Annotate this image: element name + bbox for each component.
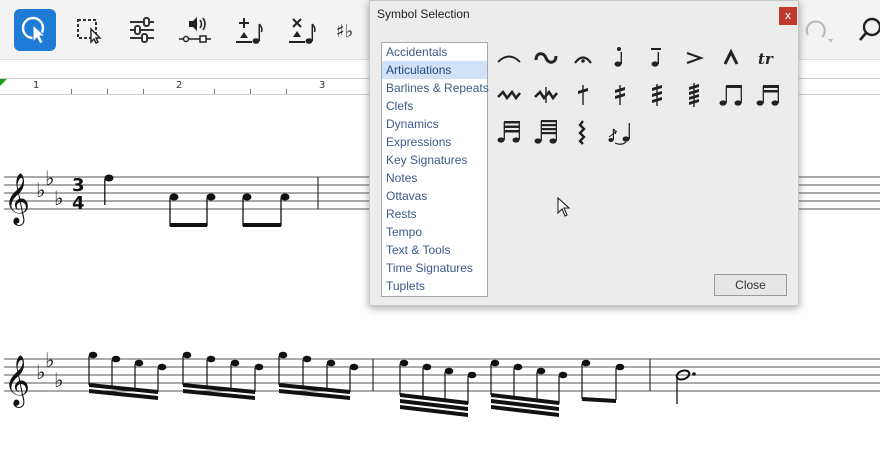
search-icon	[859, 17, 880, 41]
category-item-articulations[interactable]: Articulations	[382, 61, 487, 79]
category-item-rests[interactable]: Rests	[382, 205, 487, 223]
speaker-icon	[179, 17, 211, 43]
category-item-tuplets[interactable]: Tuplets	[382, 277, 487, 295]
search-tool[interactable]	[852, 9, 880, 51]
delete-note-icon	[289, 18, 316, 44]
slur-icon[interactable]	[492, 41, 526, 75]
ruler-label-3: 3	[319, 80, 326, 91]
ruler-tick	[286, 89, 287, 94]
category-item-expressions[interactable]: Expressions	[382, 133, 487, 151]
accent-icon[interactable]	[677, 41, 711, 75]
fermata-icon[interactable]	[566, 41, 600, 75]
svg-text:♭: ♭	[54, 368, 63, 392]
marcato-icon[interactable]	[714, 41, 748, 75]
trill-icon[interactable]: tr	[751, 41, 785, 75]
category-item-ottavas[interactable]: Ottavas	[382, 187, 487, 205]
mixer-tool[interactable]	[121, 9, 163, 51]
svg-text:♯♭: ♯♭	[336, 21, 353, 42]
tremolo-3-icon[interactable]	[640, 78, 674, 112]
accidentals-icon: ♯♭	[336, 21, 353, 42]
dialog-close-x-button[interactable]: x	[779, 7, 797, 25]
category-item-text-tools[interactable]: Text & Tools	[382, 241, 487, 259]
playback-tool[interactable]	[174, 9, 216, 51]
beamed-eighths-icon[interactable]	[714, 78, 748, 112]
marquee-select-icon	[77, 19, 102, 44]
accidentals-tool[interactable]: ♯♭	[334, 9, 368, 51]
tremolo-4-icon[interactable]	[677, 78, 711, 112]
mouse-cursor-icon	[557, 196, 571, 222]
beamed-64ths-icon[interactable]	[529, 115, 563, 149]
sliders-icon	[130, 17, 154, 43]
svg-text:𝄞: 𝄞	[4, 355, 30, 408]
ruler-tick	[214, 89, 215, 94]
dialog-title: Symbol Selection	[377, 7, 470, 21]
category-list[interactable]: Accidentals Articulations Barlines & Rep…	[381, 42, 489, 297]
category-item-key-signatures[interactable]: Key Signatures	[382, 151, 487, 169]
time-signature-bottom: 4	[72, 193, 85, 214]
category-item-clefs[interactable]: Clefs	[382, 97, 487, 115]
tenuto-staccato-icon[interactable]	[640, 41, 674, 75]
ruler-label-2: 2	[176, 80, 183, 91]
delete-note-tool[interactable]	[279, 9, 321, 51]
select-pointer-tool[interactable]	[14, 9, 56, 51]
beamed-32nds-icon[interactable]	[492, 115, 526, 149]
arpeggio-icon[interactable]	[566, 115, 600, 149]
tremolo-1-icon[interactable]	[566, 78, 600, 112]
beamed-sixteenths-icon[interactable]	[751, 78, 785, 112]
symbol-selection-dialog: Symbol Selection x Accidentals Articulat…	[369, 0, 799, 306]
ruler-tick	[143, 89, 144, 94]
redo-tool[interactable]	[800, 9, 834, 51]
grace-note-icon[interactable]	[603, 115, 637, 149]
category-item-barlines-repeats[interactable]: Barlines & Repeats	[382, 79, 489, 97]
ruler-start-marker	[0, 79, 7, 86]
category-item-dynamics[interactable]: Dynamics	[382, 115, 487, 133]
treble-clef: 𝄞	[4, 173, 30, 226]
add-note-tool[interactable]	[226, 9, 268, 51]
category-item-notes[interactable]: Notes	[382, 169, 487, 187]
ruler-tick	[107, 89, 108, 94]
redo-icon	[805, 20, 833, 43]
staccato-icon[interactable]	[603, 41, 637, 75]
turn-icon[interactable]	[529, 41, 563, 75]
tremolo-2-icon[interactable]	[603, 78, 637, 112]
ruler-tick	[71, 89, 72, 94]
marquee-select-tool[interactable]	[68, 9, 110, 51]
svg-text:♭: ♭	[54, 186, 63, 210]
category-item-time-signatures[interactable]: Time Signatures	[382, 259, 487, 277]
trill-label: tr	[758, 50, 774, 68]
pointer-icon	[21, 16, 47, 45]
ruler-tick	[250, 89, 251, 94]
category-item-accidentals[interactable]: Accidentals	[382, 43, 487, 61]
inverted-mordent-icon[interactable]	[529, 78, 563, 112]
ruler-label-1: 1	[33, 80, 40, 91]
category-item-tempo[interactable]: Tempo	[382, 223, 487, 241]
add-note-icon	[236, 18, 263, 44]
close-button[interactable]: Close	[714, 274, 787, 296]
mordent-icon[interactable]	[492, 78, 526, 112]
